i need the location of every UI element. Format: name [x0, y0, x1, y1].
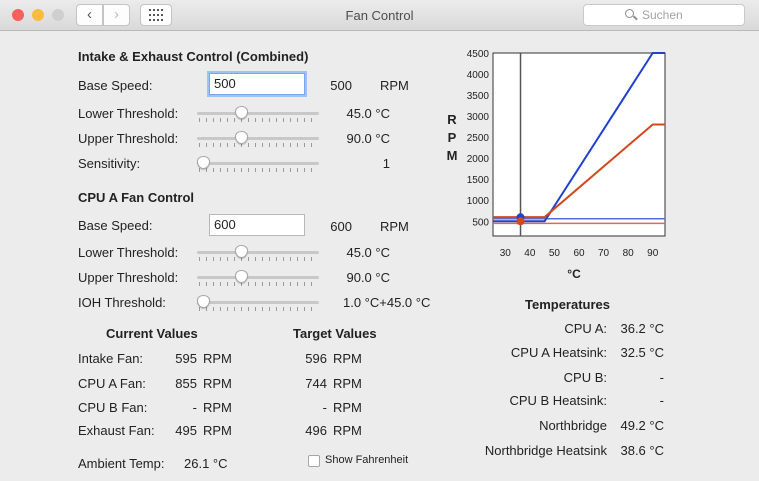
cpu-a-heading: CPU A Fan Control — [78, 190, 195, 205]
chart-plot-area — [492, 52, 666, 237]
temperature-label: CPU B Heatsink: — [509, 393, 607, 408]
temperatures-heading: Temperatures — [525, 297, 611, 312]
chart-y-tick-label: 2500 — [467, 133, 490, 144]
search-icon — [625, 9, 634, 18]
target-values-heading: Target Values — [293, 326, 377, 341]
cpu-a-base-speed-value: 600 — [330, 219, 352, 234]
current-row-label: CPU B Fan: — [78, 400, 148, 415]
chart-x-tick-label: 50 — [549, 248, 561, 259]
intake-lower-threshold-value: 45.0 °C — [346, 106, 390, 121]
temperature-label: Northbridge — [539, 418, 607, 433]
target-row-unit: RPM — [333, 351, 362, 366]
target-row-value: 596 — [305, 351, 327, 366]
chart-ylabel-letter: P — [447, 130, 457, 145]
intake-lower-threshold-label: Lower Threshold: — [78, 106, 179, 121]
target-row-value: - — [322, 400, 327, 415]
temperature-value: 36.2 °C — [620, 321, 664, 336]
show-fahrenheit-label[interactable]: Show Fahrenheit — [325, 454, 408, 466]
chart-x-tick-label: 40 — [524, 248, 536, 259]
intake-upper-threshold-value: 90.0 °C — [346, 131, 390, 146]
cpu-a-upper-threshold-slider[interactable] — [197, 270, 319, 286]
chart-y-tick-label: 500 — [472, 217, 489, 228]
chart-y-tick-label: 4500 — [467, 50, 490, 60]
current-row-value: - — [192, 400, 197, 415]
temperature-value: 32.5 °C — [620, 345, 664, 360]
current-row-unit: RPM — [203, 400, 232, 415]
current-values-heading: Current Values — [106, 326, 198, 341]
target-row-unit: RPM — [333, 376, 362, 391]
temperature-value: - — [659, 393, 664, 408]
target-row-value: 496 — [305, 423, 327, 438]
cpu-a-ioh-threshold-value: 1.0 °C+45.0 °C — [343, 295, 431, 310]
temperature-label: Northbridge Heatsink — [484, 443, 607, 458]
intake-heading: Intake & Exhaust Control (Combined) — [78, 49, 309, 64]
chart-marker — [516, 217, 525, 226]
temperature-label: CPU A Heatsink: — [510, 345, 607, 360]
fan-curve-chart: 500 1000 1500 2000 2500 3000 3500 4000 4500 30 40 5… — [467, 50, 666, 281]
chart-y-tick-label: 4000 — [467, 70, 490, 81]
temperature-label: CPU A: — [564, 321, 607, 336]
intake-sensitivity-value: 1 — [382, 156, 390, 171]
current-row-unit: RPM — [203, 351, 232, 366]
cpu-a-ioh-threshold-slider[interactable] — [197, 295, 319, 311]
current-row-unit: RPM — [203, 376, 232, 391]
cpu-a-lower-threshold-value: 45.0 °C — [346, 245, 390, 260]
chart-x-tick-label: 90 — [647, 248, 659, 259]
temperature-label: CPU B: — [563, 370, 607, 385]
chart-ylabel: R P M — [446, 111, 458, 165]
intake-base-speed-label: Base Speed: — [78, 78, 153, 93]
current-row-value: 855 — [175, 376, 197, 391]
chart-y-tick-label: 3500 — [467, 91, 490, 102]
target-row-unit: RPM — [333, 400, 362, 415]
temperature-value: 49.2 °C — [620, 418, 664, 433]
intake-base-speed-value: 500 — [330, 78, 352, 93]
intake-lower-threshold-slider[interactable] — [197, 106, 319, 122]
ambient-temp-value: 26.1 °C — [184, 456, 228, 471]
current-row-value: 595 — [175, 351, 197, 366]
target-row-unit: RPM — [333, 423, 362, 438]
cpu-a-rpm-unit: RPM — [380, 219, 409, 234]
cpu-a-ioh-threshold-label: IOH Threshold: — [78, 295, 166, 310]
cpu-a-upper-threshold-value: 90.0 °C — [346, 270, 390, 285]
title-bar: ‹ › Fan Control Suchen — [0, 0, 759, 31]
current-row-value: 495 — [175, 423, 197, 438]
cpu-a-lower-threshold-label: Lower Threshold: — [78, 245, 179, 260]
chart-y-tick-label: 2000 — [467, 154, 490, 165]
chart-y-tick-label: 1500 — [467, 175, 490, 186]
cpu-a-lower-threshold-slider[interactable] — [197, 245, 319, 261]
intake-upper-threshold-slider[interactable] — [197, 131, 319, 147]
chart-x-tick-label: 80 — [623, 248, 635, 259]
show-fahrenheit-checkbox[interactable] — [308, 455, 320, 467]
current-row-label: CPU A Fan: — [78, 376, 146, 391]
chart-x-tick-label: 30 — [500, 248, 512, 259]
search-input[interactable]: Suchen — [583, 4, 745, 26]
chart-y-tick-label: 3000 — [467, 112, 490, 123]
current-row-unit: RPM — [203, 423, 232, 438]
cpu-a-base-speed-label: Base Speed: — [78, 218, 153, 233]
cpu-a-base-speed-input[interactable]: 600 — [209, 214, 305, 236]
cpu-a-upper-threshold-label: Upper Threshold: — [78, 270, 179, 285]
intake-sensitivity-slider[interactable] — [197, 156, 319, 172]
temperature-value: 38.6 °C — [620, 443, 664, 458]
intake-base-speed-input[interactable]: 500 — [209, 73, 305, 95]
intake-upper-threshold-label: Upper Threshold: — [78, 131, 179, 146]
chart-ylabel-letter: M — [446, 148, 458, 163]
intake-sensitivity-label: Sensitivity: — [78, 156, 141, 171]
chart-x-tick-label: 60 — [573, 248, 585, 259]
current-row-label: Intake Fan: — [78, 351, 144, 366]
chart-x-tick-label: 70 — [598, 248, 610, 259]
search-placeholder: Suchen — [642, 8, 683, 22]
temperature-value: - — [659, 370, 664, 385]
chart-ylabel-letter: R — [447, 112, 457, 127]
intake-rpm-unit: RPM — [380, 78, 409, 93]
chart-y-tick-label: 1000 — [467, 196, 490, 207]
chart-xlabel: °C — [567, 267, 581, 281]
target-row-value: 744 — [305, 376, 327, 391]
ambient-temp-label: Ambient Temp: — [78, 456, 165, 471]
current-row-label: Exhaust Fan: — [78, 423, 155, 438]
